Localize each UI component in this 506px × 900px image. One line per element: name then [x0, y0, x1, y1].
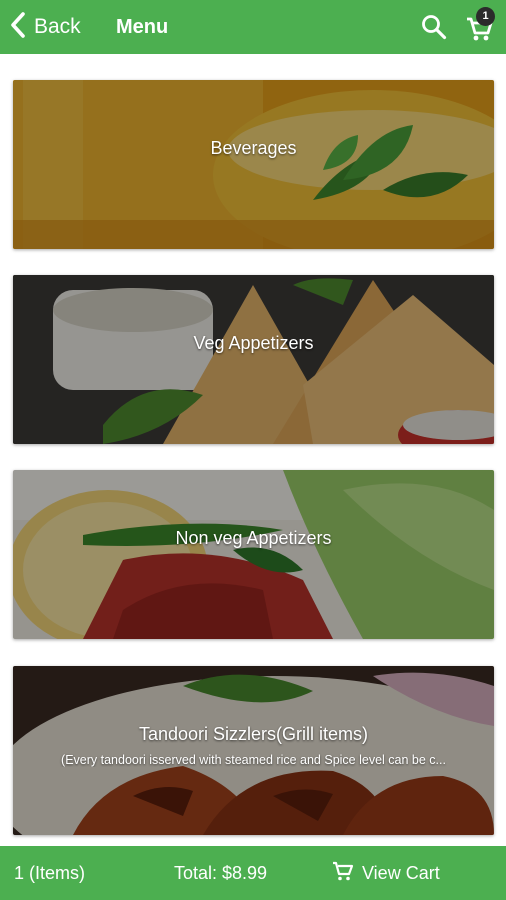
category-label: Non veg Appetizers [175, 528, 332, 548]
category-label: Tandoori Sizzlers(Grill items) [138, 724, 369, 744]
cart-items-count: 1 (Items) [14, 863, 86, 883]
search-icon[interactable] [421, 14, 447, 40]
category-card-veg-appetizers[interactable]: Veg Appetizers [13, 275, 494, 444]
category-card-tandoori-sizzlers[interactable]: Tandoori Sizzlers(Grill items) (Every ta… [13, 666, 494, 835]
cart-count-badge: 1 [476, 7, 495, 26]
back-button[interactable]: Back [8, 0, 81, 54]
cart-summary-bar: 1 (Items) Total: $8.99 View Cart [0, 846, 506, 900]
category-label: Beverages [210, 138, 297, 158]
category-subtitle: (Every tandoori isserved with steamed ri… [61, 753, 446, 767]
card-overlay [13, 666, 494, 835]
category-list: Beverages Veg Appetizers Non veg Appetiz… [0, 54, 506, 846]
chevron-left-icon [8, 11, 28, 44]
view-cart-button[interactable]: View Cart [332, 846, 440, 900]
page-title: Menu [116, 16, 169, 38]
view-cart-label: View Cart [362, 862, 440, 883]
back-label: Back [34, 15, 81, 38]
cart-icon [332, 860, 362, 887]
category-card-beverages[interactable]: Beverages [13, 80, 494, 249]
category-card-non-veg-appetizers[interactable]: Non veg Appetizers [13, 470, 494, 639]
card-overlay [13, 275, 494, 444]
app-bar: Back Menu 1 [0, 0, 506, 54]
category-label: Veg Appetizers [193, 333, 314, 353]
cart-total: Total: $8.99 [174, 863, 268, 883]
card-overlay [13, 470, 494, 639]
card-overlay [13, 80, 494, 249]
